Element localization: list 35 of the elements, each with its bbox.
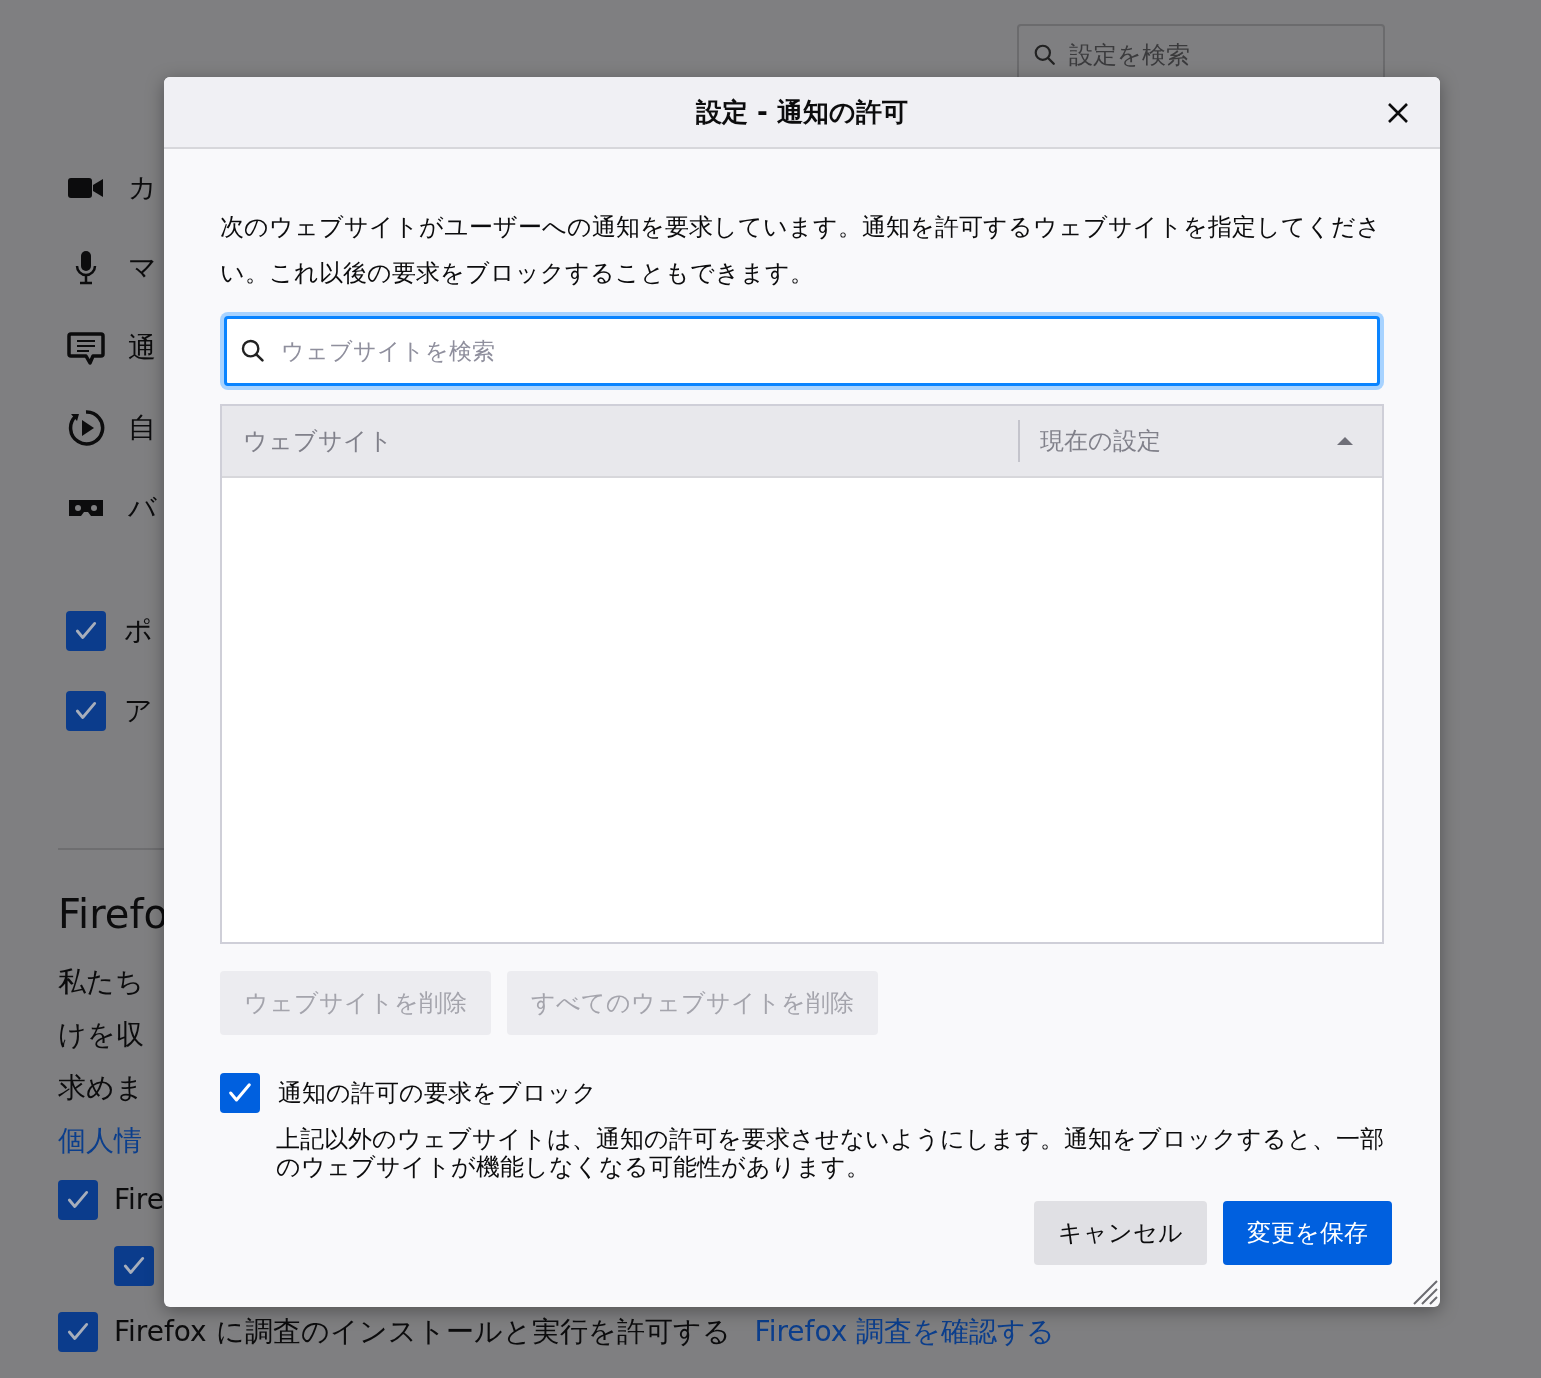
resize-grip-icon bbox=[1412, 1279, 1438, 1305]
dialog-title: 設定 - 通知の許可 bbox=[696, 95, 908, 129]
paragraph-line: 求めま bbox=[58, 1070, 144, 1106]
description-text: 次のウェブサイトがユーザーへの通知を要求しています。通知を許可するウェブサイトを指定してください。これ以後の要求をブロックすることもできます。 bbox=[220, 212, 1382, 289]
checkbox[interactable] bbox=[58, 1312, 98, 1352]
checkbox-description: 上記以外のウェブサイトは、通知の許可を要求させないようにします。通知をブロックすると、一部のウェブサイトが機能しなくなる可能性があります。 bbox=[276, 1125, 1385, 1181]
permission-label[interactable]: 自 bbox=[128, 407, 156, 449]
section-title: Firefo bbox=[58, 890, 169, 939]
play-circle-icon bbox=[66, 408, 106, 448]
checkbox[interactable] bbox=[114, 1246, 154, 1286]
checkbox[interactable] bbox=[58, 1180, 98, 1220]
paragraph-line: けを収 bbox=[58, 1017, 144, 1053]
privacy-link[interactable]: 個人情 bbox=[58, 1124, 142, 1157]
paragraph-line: 私たち bbox=[58, 964, 144, 1000]
option-label: Fire bbox=[114, 1182, 164, 1218]
checkbox-label: ア bbox=[124, 693, 153, 729]
search-icon bbox=[240, 338, 266, 364]
search-icon bbox=[1033, 43, 1057, 67]
permission-label[interactable]: マ bbox=[128, 247, 157, 289]
checkbox[interactable] bbox=[66, 611, 106, 651]
checkbox[interactable] bbox=[220, 1073, 260, 1113]
checkbox[interactable] bbox=[66, 691, 106, 731]
close-icon bbox=[1386, 101, 1410, 125]
permission-label[interactable]: バ bbox=[128, 487, 157, 529]
search-field[interactable]: ウェブサイトを検索 bbox=[224, 316, 1380, 386]
permission-label[interactable]: カ bbox=[128, 167, 157, 209]
cancel-button[interactable]: キャンセル bbox=[1034, 1201, 1207, 1265]
column-header[interactable]: 現在の設定 bbox=[1018, 420, 1382, 462]
save-button[interactable]: 変更を保存 bbox=[1223, 1201, 1392, 1265]
permission-label[interactable]: 通 bbox=[128, 327, 156, 369]
checkbox-label: ポ bbox=[124, 613, 153, 649]
column-header[interactable]: ウェブサイト bbox=[222, 406, 1018, 476]
studies-link[interactable]: Firefox 調査を確認する bbox=[754, 1311, 1056, 1353]
option-label: Firefox に調査のインストールと実行を許可する bbox=[114, 1314, 731, 1350]
checkbox-label: 通知の許可の要求をブロック bbox=[278, 1078, 597, 1109]
